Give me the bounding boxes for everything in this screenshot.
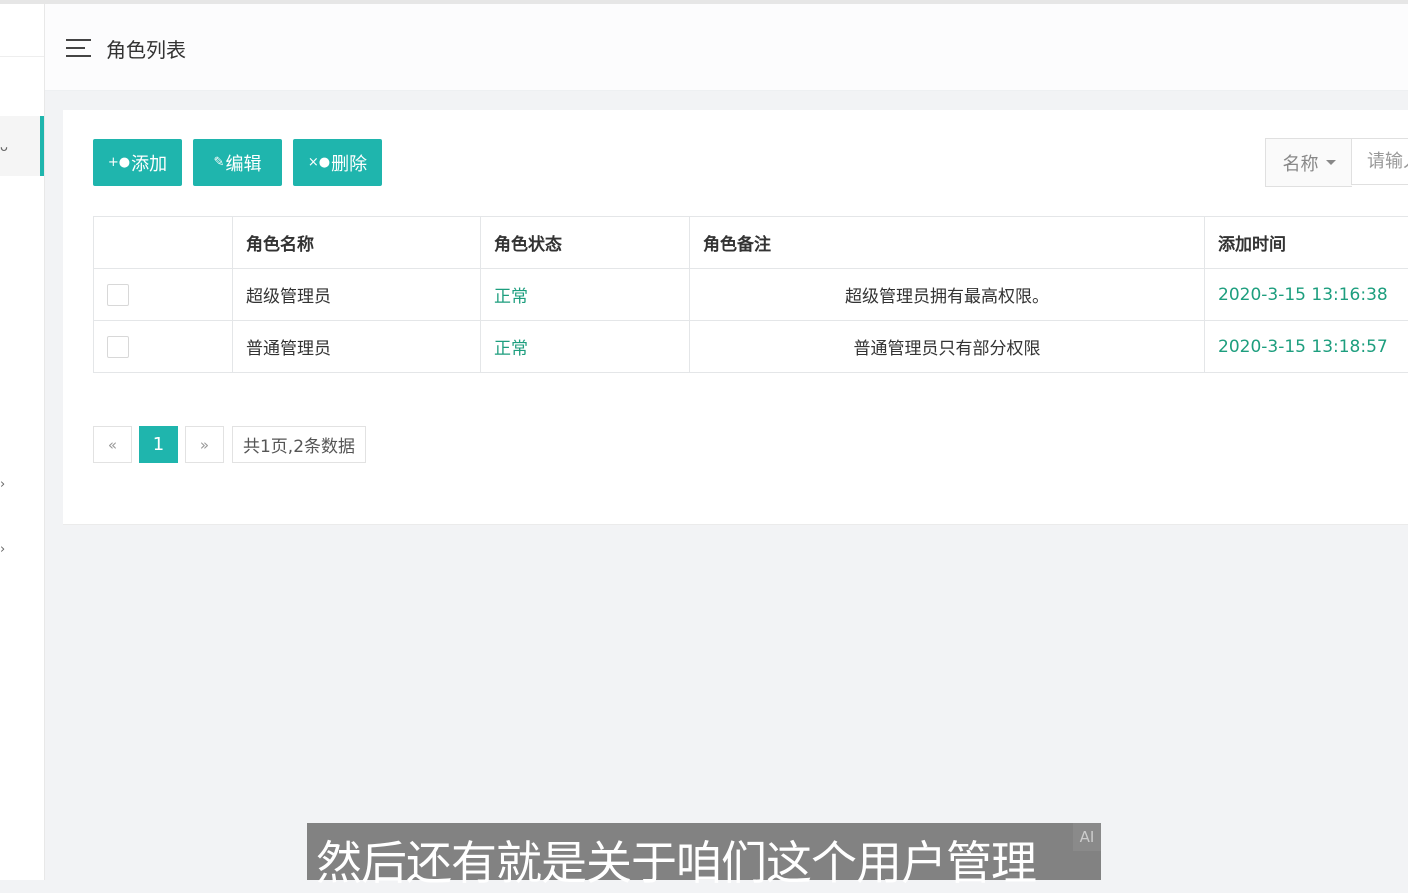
row-checkbox[interactable] (107, 336, 129, 358)
next-page-button[interactable]: » (185, 426, 224, 463)
add-user-icon: +● (108, 155, 130, 170)
sidebar-item-icon: ᴗ (0, 140, 8, 155)
column-header-time[interactable]: 添加时间 (1205, 217, 1408, 269)
menu-toggle-icon[interactable] (66, 39, 91, 57)
page-number-button[interactable]: 1 (139, 426, 178, 463)
column-header-name[interactable]: 角色名称 (233, 217, 481, 269)
role-remark-cell: 普通管理员只有部分权限 (690, 321, 1205, 373)
edit-button[interactable]: ✎编辑 (193, 139, 282, 186)
column-header-remark[interactable]: 角色备注 (690, 217, 1205, 269)
role-remark-cell: 超级管理员拥有最高权限。 (690, 269, 1205, 321)
delete-button-label: 删除 (331, 150, 367, 176)
subtitle-text: 然后还有就是关于咱们这个用户管理 (316, 827, 1036, 893)
table-row[interactable]: 普通管理员 正常 普通管理员只有部分权限 2020-3-15 13:18:57 (94, 321, 1408, 373)
role-name-cell: 普通管理员 (233, 321, 481, 373)
role-table: 角色名称 角色状态 角色备注 添加时间 超级管理员 正常 超级管理员拥有最高权限… (93, 216, 1408, 373)
row-select-cell (94, 269, 233, 321)
sidebar-expand-arrow-icon[interactable]: › (0, 542, 5, 557)
sidebar-expand-arrow-icon[interactable]: › (0, 477, 5, 492)
search-input[interactable]: 请输入 (1351, 138, 1408, 185)
pagination-info: 共1页,2条数据 (232, 426, 366, 463)
prev-page-button[interactable]: « (93, 426, 132, 463)
video-subtitle: 然后还有就是关于咱们这个用户管理 AI (307, 823, 1101, 880)
row-checkbox[interactable] (107, 284, 129, 306)
role-list-panel: +●添加 ✎编辑 ×●删除 名称 请输入 角色名称 角色状态 角色备注 添加时间… (63, 110, 1408, 525)
add-button-label: 添加 (131, 150, 167, 176)
remove-user-icon: ×● (308, 155, 330, 170)
role-time-cell: 2020-3-15 13:16:38 (1205, 269, 1408, 321)
sidebar: ᴗ › › (0, 4, 45, 880)
role-name-cell: 超级管理员 (233, 269, 481, 321)
table-row[interactable]: 超级管理员 正常 超级管理员拥有最高权限。 2020-3-15 13:16:38 (94, 269, 1408, 321)
row-select-cell (94, 321, 233, 373)
select-column-header (94, 217, 233, 269)
sidebar-divider (0, 56, 44, 57)
role-time-cell: 2020-3-15 13:18:57 (1205, 321, 1408, 373)
table-header-row: 角色名称 角色状态 角色备注 添加时间 (94, 217, 1408, 269)
sidebar-active-indicator (40, 116, 44, 176)
page-title: 角色列表 (106, 34, 186, 63)
column-header-status[interactable]: 角色状态 (481, 217, 690, 269)
role-status-cell: 正常 (481, 321, 690, 373)
caret-down-icon (1326, 160, 1336, 165)
search-field-label: 名称 (1283, 150, 1319, 176)
page-header: 角色列表 (45, 4, 1408, 91)
edit-user-icon: ✎ (214, 155, 225, 170)
ai-badge: AI (1073, 823, 1101, 851)
role-status-cell: 正常 (481, 269, 690, 321)
search-field-select[interactable]: 名称 (1265, 138, 1352, 187)
delete-button[interactable]: ×●删除 (293, 139, 382, 186)
edit-button-label: 编辑 (225, 150, 261, 176)
add-button[interactable]: +●添加 (93, 139, 182, 186)
